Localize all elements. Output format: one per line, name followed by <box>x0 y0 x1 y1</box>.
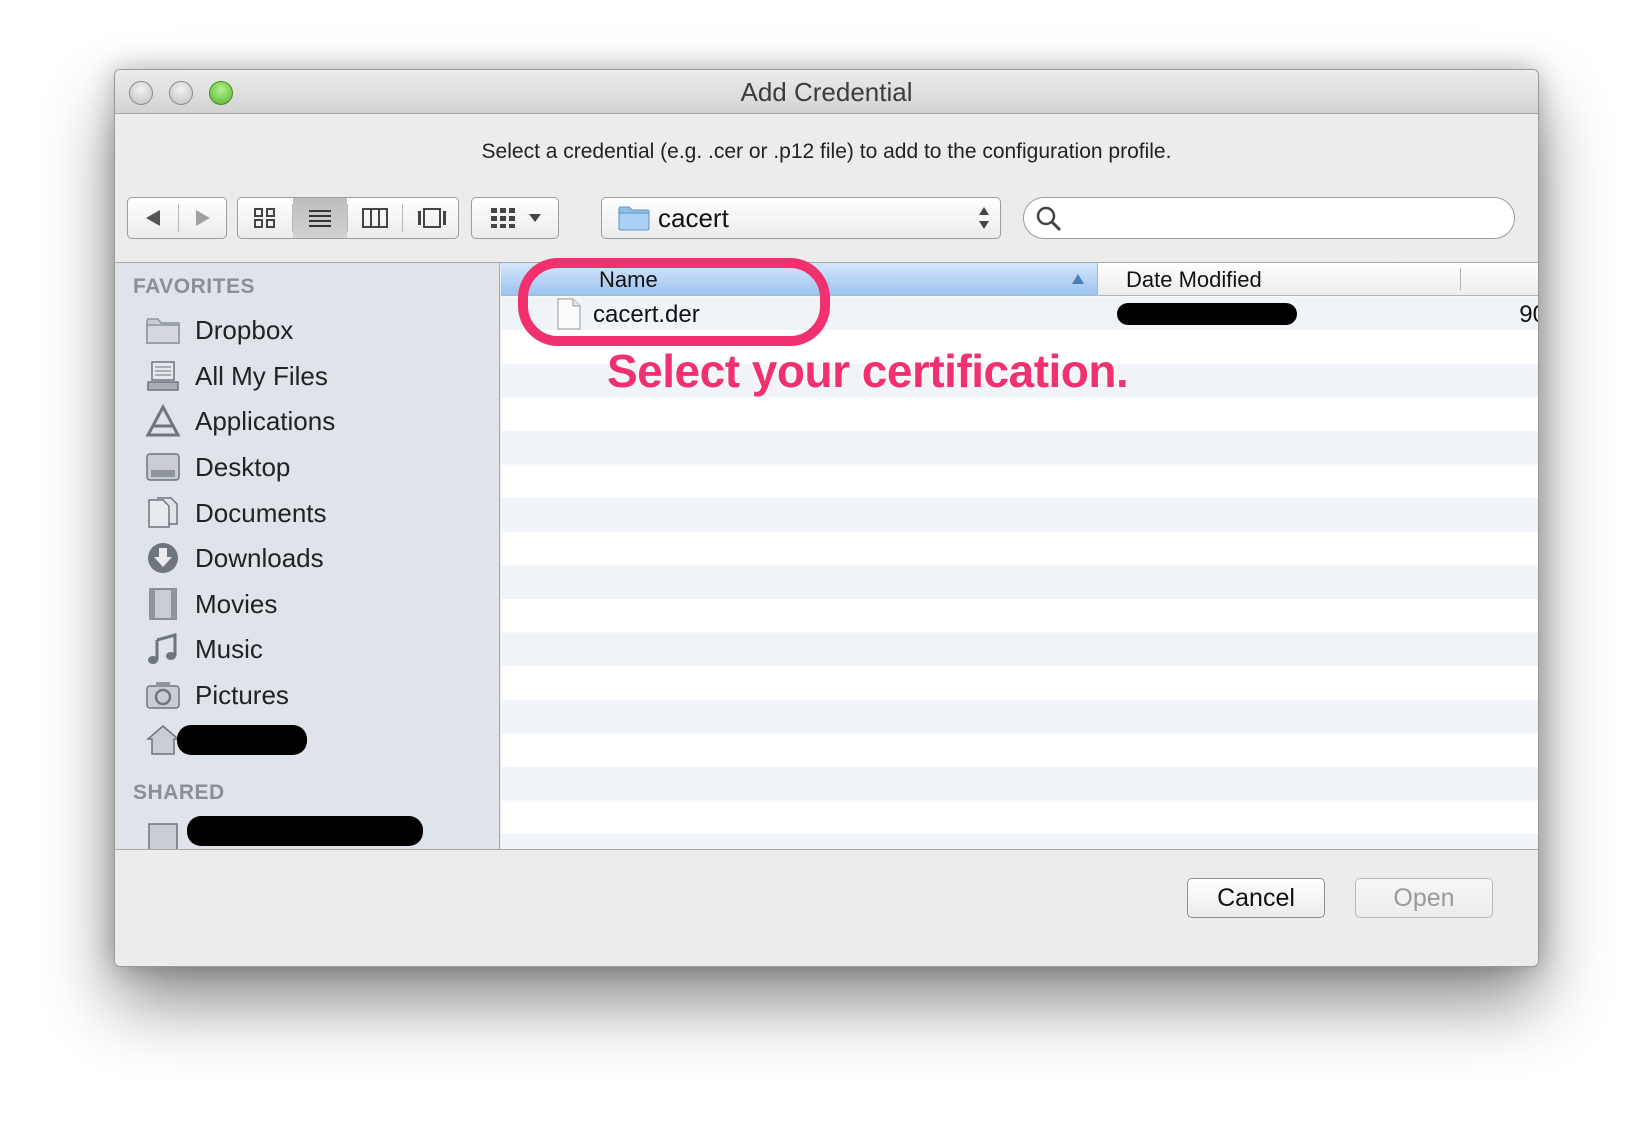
documents-icon <box>148 497 178 528</box>
shared-section-label: SHARED <box>133 781 225 804</box>
instruction-text: Select a credential (e.g. .cer or .p12 f… <box>481 140 1172 163</box>
view-mode-control <box>237 197 459 239</box>
redacted-home-name <box>177 725 307 755</box>
search-icon <box>1036 206 1062 232</box>
home-icon <box>145 725 181 755</box>
redacted-date-modified <box>1117 303 1297 325</box>
sidebar-item-desktop[interactable]: Desktop <box>145 446 485 490</box>
arrange-grid-icon <box>491 208 515 228</box>
folder-path-popup[interactable]: cacert <box>601 197 1001 239</box>
sidebar-item-home[interactable] <box>145 719 485 763</box>
redacted-shared-name <box>187 816 423 846</box>
open-button[interactable]: Open <box>1355 878 1493 918</box>
column-view-icon <box>362 208 388 228</box>
movies-icon <box>149 588 177 620</box>
column-view-button[interactable] <box>348 198 402 238</box>
music-icon <box>148 633 177 664</box>
icon-view-icon <box>254 208 275 228</box>
up-down-arrows-icon <box>979 207 989 229</box>
desktop-icon <box>146 453 180 481</box>
file-size-partial: 90 <box>1519 301 1538 328</box>
dialog-footer: Cancel Open <box>115 849 1538 966</box>
list-view-button[interactable] <box>293 198 347 238</box>
downloads-icon <box>148 543 178 573</box>
back-arrow-icon <box>146 210 160 226</box>
current-folder-name: cacert <box>658 203 729 233</box>
list-view-icon <box>309 210 331 227</box>
chevron-down-icon <box>529 214 541 222</box>
arrange-menu-button[interactable] <box>471 197 559 239</box>
camera-icon <box>146 682 180 709</box>
icon-view-button[interactable] <box>238 198 292 238</box>
sidebar-item-pictures[interactable]: Pictures <box>145 674 485 718</box>
folder-icon <box>618 206 650 231</box>
forward-arrow-icon <box>196 210 210 226</box>
forward-button[interactable] <box>178 198 228 238</box>
all-files-icon <box>147 361 179 391</box>
window-title: Add Credential <box>740 77 913 107</box>
computer-icon <box>148 823 178 849</box>
sidebar-item-downloads[interactable]: Downloads <box>145 537 485 581</box>
cancel-button[interactable]: Cancel <box>1187 878 1325 918</box>
back-button[interactable] <box>128 198 178 238</box>
sidebar-item-music[interactable]: Music <box>145 628 485 672</box>
favorites-section-label: FAVORITES <box>133 275 255 298</box>
sidebar-item-shared-computer[interactable] <box>145 816 485 849</box>
search-field[interactable] <box>1023 197 1515 239</box>
sidebar-item-all-my-files[interactable]: All My Files <box>145 355 485 399</box>
sidebar-item-movies[interactable]: Movies <box>145 583 485 627</box>
applications-icon <box>145 404 181 437</box>
sidebar-item-dropbox[interactable]: Dropbox <box>145 309 485 353</box>
annotation-highlight-ring <box>518 258 830 346</box>
folder-icon <box>146 318 180 344</box>
sidebar-item-documents[interactable]: Documents <box>145 492 485 536</box>
sidebar: FAVORITES Dropbox All My Files Applicati… <box>115 263 500 849</box>
navigation-buttons <box>127 197 227 239</box>
add-credential-dialog: Add Credential Select a credential (e.g.… <box>114 69 1539 967</box>
date-modified-column-header[interactable]: Date Modified <box>1097 263 1538 296</box>
annotation-text: Select your certification. <box>607 345 1129 397</box>
cover-flow-icon <box>417 208 446 228</box>
title-bar: Add Credential <box>115 70 1538 114</box>
sidebar-item-applications[interactable]: Applications <box>145 400 485 444</box>
sort-ascending-icon <box>1072 274 1084 284</box>
cover-flow-button[interactable] <box>403 198 458 238</box>
